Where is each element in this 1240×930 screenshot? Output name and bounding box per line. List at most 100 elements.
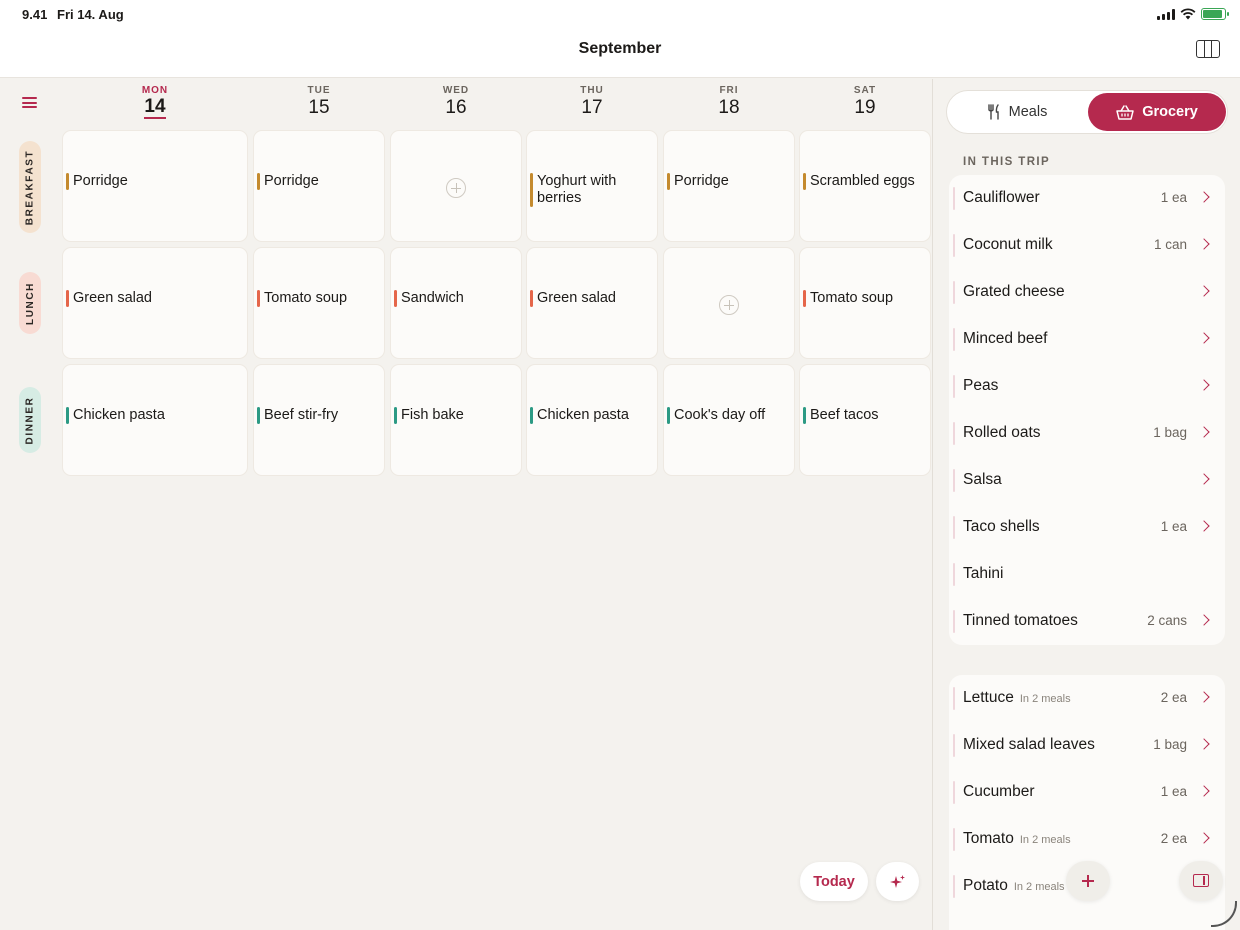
status-bar: 9.41 Fri 14. Aug	[0, 0, 1240, 28]
list-item[interactable]: Grated cheese	[949, 269, 1225, 316]
row-label-text: LUNCH	[24, 281, 36, 325]
list-item[interactable]: Tinned tomatoes 2 cans	[949, 598, 1225, 645]
meal-title: Cook's day off	[667, 407, 788, 424]
list-item[interactable]: Minced beef	[949, 316, 1225, 363]
day-header-mon[interactable]: MON 14	[62, 85, 248, 119]
day-name: FRI	[719, 85, 739, 96]
list-item[interactable]: Mixed salad leaves 1 bag	[949, 722, 1225, 769]
item-name-text: Potato	[963, 877, 1008, 894]
meal-cell[interactable]: Tomato soup	[799, 247, 931, 359]
item-name: Salsa	[963, 471, 1002, 488]
meal-cell[interactable]: Fish bake	[390, 364, 522, 476]
chevron-right-icon	[1198, 379, 1210, 391]
tab-meals-label: Meals	[1008, 104, 1048, 120]
status-time: 9.41	[22, 7, 48, 22]
tab-meals[interactable]: Meals	[949, 93, 1085, 131]
meal-title: Chicken pasta	[66, 407, 241, 424]
magic-suggest-button[interactable]	[876, 862, 919, 901]
chevron-right-icon	[1198, 191, 1210, 203]
list-item[interactable]: Peas	[949, 363, 1225, 410]
meal-cell[interactable]: Porridge	[253, 130, 385, 242]
meal-title: Green salad	[66, 290, 241, 307]
item-name: Peas	[963, 377, 999, 394]
meal-cell[interactable]: Scrambled eggs	[799, 130, 931, 242]
wifi-icon	[1180, 8, 1196, 20]
item-name: Mixed salad leaves	[963, 736, 1095, 753]
day-header-tue[interactable]: TUE 15	[253, 85, 385, 119]
day-header-wed[interactable]: WED 16	[390, 85, 522, 119]
meals-grocery-toggle: Meals Grocery	[946, 90, 1228, 134]
item-name-text: Tomato	[963, 830, 1014, 847]
toggle-sidebar-button[interactable]	[1179, 861, 1223, 901]
day-header-thu[interactable]: THU 17	[526, 85, 658, 119]
meal-title: Fish bake	[394, 407, 515, 424]
item-name-text: Lettuce	[963, 689, 1014, 706]
item-name: Taco shells	[963, 518, 1040, 535]
day-header-sat[interactable]: SAT 19	[799, 85, 931, 119]
meal-cell[interactable]: Yoghurt with berries	[526, 130, 658, 242]
chevron-right-icon	[1198, 614, 1210, 626]
item-name: Tomato In 2 meals	[963, 830, 1071, 848]
trip-list: Cauliflower 1 ea Coconut milk 1 can Grated…	[949, 175, 1225, 645]
status-icons	[1157, 8, 1229, 20]
item-name: Potato In 2 meals	[963, 877, 1065, 895]
meal-title: Yoghurt with berries	[530, 173, 627, 207]
row-label-lunch: LUNCH	[19, 272, 41, 334]
sparkle-icon	[889, 874, 905, 888]
chevron-right-icon	[1198, 832, 1210, 844]
resize-handle-icon[interactable]	[1211, 901, 1237, 927]
item-name: Minced beef	[963, 330, 1048, 347]
meal-cell[interactable]: Chicken pasta	[526, 364, 658, 476]
meal-cell[interactable]: Green salad	[62, 247, 248, 359]
list-item[interactable]: Rolled oats 1 bag	[949, 410, 1225, 457]
add-circle-icon[interactable]	[446, 178, 466, 198]
empty-meal-cell[interactable]	[390, 130, 522, 242]
list-item[interactable]: Tomato In 2 meals 2 ea	[949, 816, 1225, 863]
fork-knife-icon	[987, 104, 999, 120]
grocery-panel: Meals Grocery IN THIS TRIP Cauliflower 1 …	[932, 79, 1240, 930]
day-number: 18	[718, 97, 740, 118]
tab-grocery[interactable]: Grocery	[1088, 93, 1226, 131]
meal-cell[interactable]: Beef stir-fry	[253, 364, 385, 476]
list-item[interactable]: Tahini	[949, 551, 1225, 598]
day-header-fri[interactable]: FRI 18	[663, 85, 795, 119]
today-button[interactable]: Today	[800, 862, 868, 901]
month-title: September	[578, 40, 662, 57]
list-item[interactable]: Salsa	[949, 457, 1225, 504]
meal-cell[interactable]: Porridge	[663, 130, 795, 242]
meal-cell[interactable]: Sandwich	[390, 247, 522, 359]
day-number: 17	[581, 97, 603, 118]
day-name: MON	[141, 85, 169, 96]
item-qty: 1 bag	[1153, 737, 1187, 752]
list-item[interactable]: Cauliflower 1 ea	[949, 175, 1225, 222]
chevron-right-icon	[1198, 691, 1210, 703]
meal-cell[interactable]: Cook's day off	[663, 364, 795, 476]
add-circle-icon[interactable]	[719, 295, 739, 315]
item-name: Cucumber	[963, 783, 1035, 800]
meal-cell[interactable]: Chicken pasta	[62, 364, 248, 476]
list-item[interactable]: Cucumber 1 ea	[949, 769, 1225, 816]
columns-layout-icon[interactable]	[1196, 40, 1220, 58]
list-item[interactable]: Lettuce In 2 meals 2 ea	[949, 675, 1225, 722]
meal-title: Porridge	[66, 173, 241, 190]
item-qty: 1 ea	[1160, 519, 1187, 534]
row-label-breakfast: BREAKFAST	[19, 141, 41, 233]
empty-meal-cell[interactable]	[663, 247, 795, 359]
meal-title: Tomato soup	[803, 290, 924, 307]
item-name: Cauliflower	[963, 189, 1040, 206]
meal-cell[interactable]: Beef tacos	[799, 364, 931, 476]
meal-cell[interactable]: Porridge	[62, 130, 248, 242]
list-item[interactable]: Taco shells 1 ea	[949, 504, 1225, 551]
item-qty: 1 ea	[1160, 784, 1187, 799]
meal-cell[interactable]: Tomato soup	[253, 247, 385, 359]
item-name: Tahini	[963, 565, 1004, 582]
day-number: 15	[308, 97, 330, 118]
menu-icon[interactable]	[22, 97, 37, 108]
add-item-button[interactable]	[1066, 861, 1110, 901]
item-meal-count: In 2 meals	[1013, 881, 1065, 893]
week-calendar: MON 14 TUE 15 WED 16 THU 17 FRI 18 SAT 1…	[0, 79, 932, 930]
meal-title: Beef tacos	[803, 407, 924, 424]
list-item[interactable]: Coconut milk 1 can	[949, 222, 1225, 269]
row-label-text: DINNER	[24, 396, 36, 444]
meal-cell[interactable]: Green salad	[526, 247, 658, 359]
